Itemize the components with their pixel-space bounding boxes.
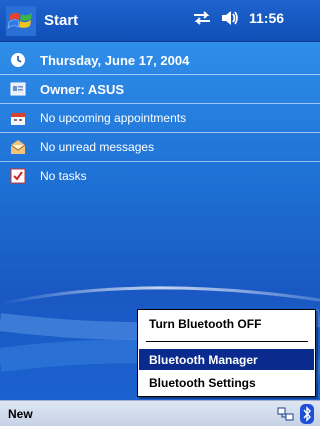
menu-item-turn-bluetooth-off[interactable]: Turn Bluetooth OFF [139,313,314,334]
calendar-icon [11,113,25,125]
tasks-icon [10,168,26,184]
owner-row[interactable]: Owner: ASUS [0,75,320,103]
start-label[interactable]: Start [44,12,78,29]
speaker-icon[interactable] [221,10,239,26]
messages-text: No unread messages [40,140,155,154]
menu-separator [146,341,308,342]
status-area: 11:56 [193,10,284,26]
windows-flag-icon[interactable] [6,6,36,36]
owner-text: Owner: ASUS [40,81,125,97]
date-row[interactable]: Thursday, June 17, 2004 [0,46,320,74]
bluetooth-popup-menu: Turn Bluetooth OFF Bluetooth Manager Blu… [137,309,316,397]
tasks-text: No tasks [40,169,87,183]
tasks-row[interactable]: No tasks [0,162,320,190]
appointments-row[interactable]: No upcoming appointments [0,104,320,132]
network-tray-icon[interactable] [277,406,295,422]
pocketpc-screen: Start 11:56 Thursday, June 17, 2004 Owne… [0,0,320,426]
clock-time[interactable]: 11:56 [249,10,284,26]
title-bar: Start 11:56 [0,0,320,42]
date-text: Thursday, June 17, 2004 [40,52,190,68]
owner-card-icon [10,82,26,96]
bluetooth-tray-icon[interactable] [300,404,314,424]
new-button[interactable]: New [8,407,33,421]
appointments-text: No upcoming appointments [40,111,187,125]
menu-item-bluetooth-manager[interactable]: Bluetooth Manager [139,349,314,370]
messages-row[interactable]: No unread messages [0,133,320,161]
command-bar: New [0,400,320,426]
inbox-icon [10,140,26,154]
connectivity-icon[interactable] [193,11,211,25]
menu-item-bluetooth-settings[interactable]: Bluetooth Settings [139,372,314,393]
clock-icon [11,53,25,67]
